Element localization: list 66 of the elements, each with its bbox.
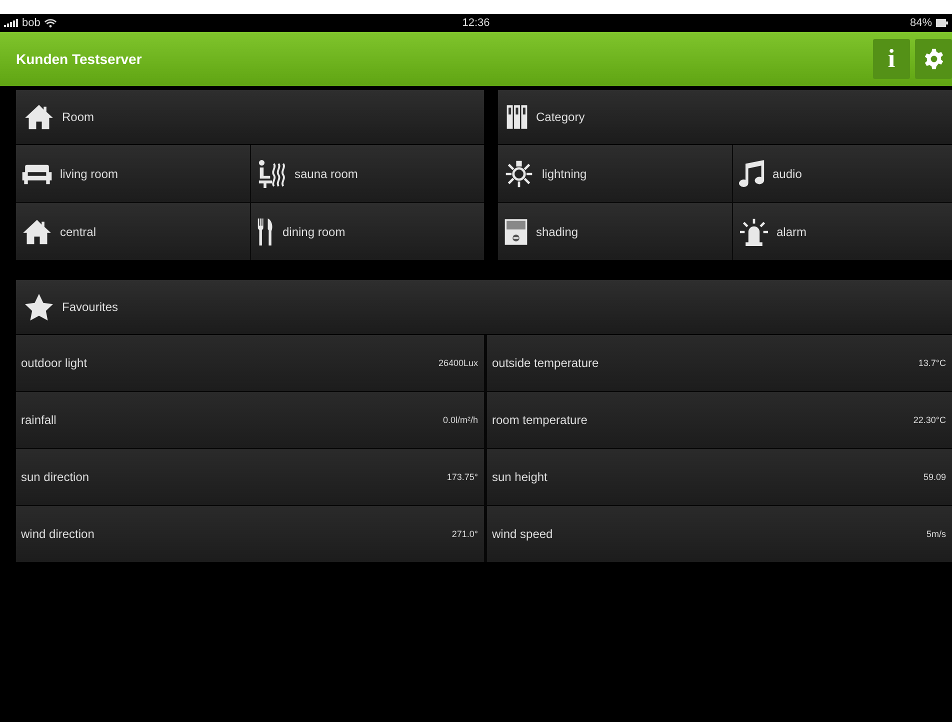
settings-button[interactable] xyxy=(915,39,952,79)
music-note-icon xyxy=(738,160,764,188)
battery-icon xyxy=(936,19,948,27)
favourite-row[interactable]: wind direction 271.0° xyxy=(16,506,484,562)
menu-item[interactable]: central xyxy=(16,203,250,260)
sensor-value: 173.75° xyxy=(446,472,478,482)
favourite-row[interactable]: outdoor light 26400Lux xyxy=(16,335,484,391)
sensor-name: wind speed xyxy=(492,527,553,541)
sensor-value: 26400Lux xyxy=(438,358,478,368)
favourites-title: Favourites xyxy=(62,300,118,314)
panel-header[interactable]: Room xyxy=(16,90,484,145)
menu-item[interactable]: living room xyxy=(16,145,250,202)
panel-header[interactable]: Category xyxy=(498,90,952,145)
item-label: lightning xyxy=(542,166,587,180)
item-label: sauna room xyxy=(294,166,358,180)
sensor-name: room temperature xyxy=(492,413,588,427)
sensor-name: sun height xyxy=(492,470,548,484)
item-label: alarm xyxy=(776,224,807,238)
window-shade-icon xyxy=(504,218,528,246)
info-button[interactable]: i xyxy=(873,39,910,79)
house-icon xyxy=(24,104,54,130)
favourite-row[interactable]: outside temperature 13.7°C xyxy=(487,335,952,391)
gear-icon xyxy=(922,48,944,70)
sensor-value: 13.7°C xyxy=(918,358,946,368)
panel-title: Room xyxy=(62,110,94,124)
clock-time: 12:36 xyxy=(462,17,490,29)
cutlery-icon xyxy=(256,216,274,246)
house-icon xyxy=(22,218,52,244)
sensor-value: 22.30°C xyxy=(913,415,946,425)
signal-icon xyxy=(4,19,18,27)
sauna-icon xyxy=(256,160,286,188)
light-bulb-icon xyxy=(504,158,534,188)
sensor-value: 0.0l/m²/h xyxy=(442,415,478,425)
item-label: living room xyxy=(60,166,118,180)
item-label: dining room xyxy=(282,224,346,238)
item-label: central xyxy=(60,224,96,238)
menu-item[interactable]: audio xyxy=(732,145,952,202)
alarm-light-icon xyxy=(738,218,768,246)
menu-item[interactable]: alarm xyxy=(732,203,952,260)
binders-icon xyxy=(506,103,528,131)
sensor-name: rainfall xyxy=(21,413,56,427)
sensor-value: 59.09 xyxy=(923,472,946,482)
favourite-row[interactable]: sun direction 173.75° xyxy=(16,449,484,505)
app-title: Kunden Testserver xyxy=(16,51,142,67)
item-label: audio xyxy=(772,166,802,180)
favourite-row[interactable]: wind speed 5m/s xyxy=(487,506,952,562)
sensor-value: 271.0° xyxy=(452,529,478,539)
sensor-name: outdoor light xyxy=(21,356,88,370)
sensor-name: sun direction xyxy=(21,470,90,484)
star-icon xyxy=(24,293,54,321)
favourite-row[interactable]: sun height 59.09 xyxy=(487,449,952,505)
favourite-row[interactable]: rainfall 0.0l/m²/h xyxy=(16,392,484,448)
sensor-name: wind direction xyxy=(21,527,94,541)
wifi-icon xyxy=(44,18,58,28)
sofa-icon xyxy=(22,162,52,184)
panel-title: Category xyxy=(536,110,585,124)
menu-item[interactable]: lightning xyxy=(498,145,732,202)
menu-item[interactable]: sauna room xyxy=(250,145,484,202)
carrier-name: bob xyxy=(22,17,40,29)
battery-percent: 84% xyxy=(910,17,932,29)
menu-item[interactable]: shading xyxy=(498,203,732,260)
favourite-row[interactable]: room temperature 22.30°C xyxy=(487,392,952,448)
sensor-name: outside temperature xyxy=(492,356,599,370)
menu-item[interactable]: dining room xyxy=(250,203,484,260)
sensor-value: 5m/s xyxy=(926,529,946,539)
item-label: shading xyxy=(536,224,578,238)
